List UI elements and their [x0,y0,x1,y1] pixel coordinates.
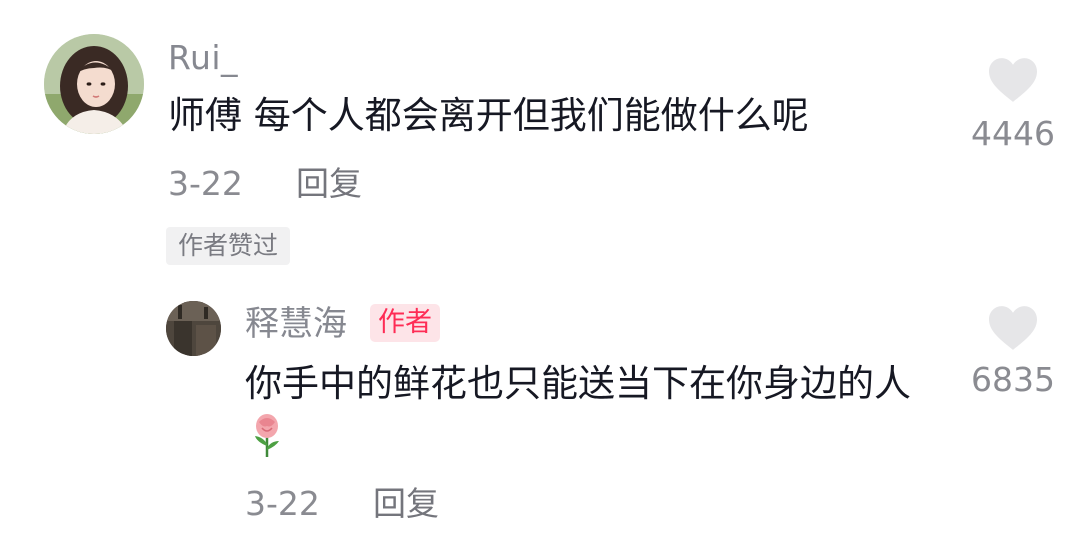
reply-author-name[interactable]: 释慧海 [245,304,347,344]
like-button[interactable] [958,56,1068,108]
author-liked-badge: 作者赞过 [166,227,291,265]
comment-date: 3-22 [168,164,243,203]
author-avatar-image [166,301,221,356]
avatar-image [44,34,144,134]
reply-text: 你手中的鲜花也只能送当下在你身边的人 [245,358,935,472]
comment-text: 师傅 每个人都会离开但我们能做什么呢 [168,94,809,137]
author-avatar[interactable] [166,301,221,356]
rose-emoji-icon [249,412,285,472]
like-count: 4446 [971,114,1055,153]
heart-icon [989,306,1037,350]
reply-text-content: 你手中的鲜花也只能送当下在你身边的人 [245,362,911,405]
reply-to-reply-button[interactable]: 回复 [373,484,439,524]
reply-like-button[interactable] [958,304,1068,356]
reply-button[interactable]: 回复 [296,164,362,204]
author-tag-badge: 作者 [370,304,440,342]
avatar[interactable] [44,34,144,134]
heart-icon [989,58,1037,102]
reply-like-count: 6835 [971,360,1055,399]
comment-username[interactable]: Rui_ [168,38,238,78]
reply-date: 3-22 [245,484,320,523]
